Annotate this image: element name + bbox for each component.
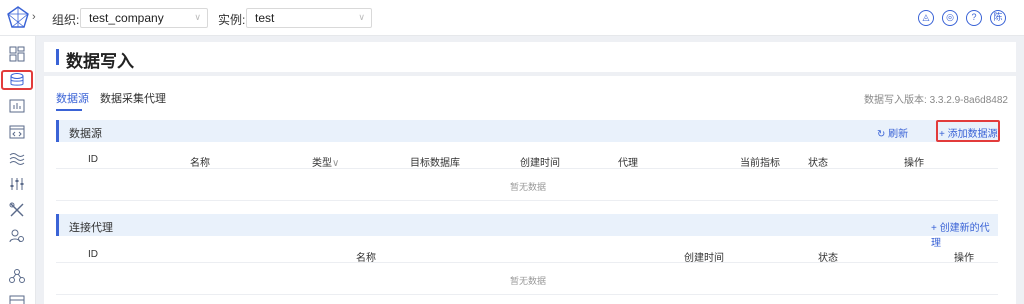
- create-proxy-button[interactable]: + 创建新的代理: [931, 219, 998, 249]
- tab-active-underline: [56, 109, 82, 111]
- org-select[interactable]: test_company ∨: [80, 8, 208, 28]
- tuning-icon[interactable]: [8, 176, 26, 192]
- page-title: 数据写入: [66, 52, 134, 71]
- datasource-panel-header: 数据源 ↻ 刷新 + 添加数据源: [56, 120, 998, 142]
- dashboard-icon[interactable]: [8, 46, 26, 62]
- proxy-panel-title: 连接代理: [69, 222, 113, 234]
- layout-icon[interactable]: [8, 294, 26, 304]
- col-created-at: 创建时间: [520, 158, 560, 169]
- datasource-empty-text: 暂无数据: [510, 182, 547, 192]
- data-ingest-icon[interactable]: [8, 72, 26, 88]
- graph-icon[interactable]: [8, 268, 26, 284]
- col-status: 状态: [808, 158, 828, 169]
- notification-icon[interactable]: ◬: [918, 10, 934, 26]
- settings-icon[interactable]: ◎: [942, 10, 958, 26]
- user-avatar[interactable]: 陈: [990, 10, 1006, 26]
- proxy-panel-header: 连接代理 + 创建新的代理: [56, 214, 998, 249]
- proxy-empty-text: 暂无数据: [510, 276, 547, 286]
- refresh-label: 刷新: [888, 129, 909, 140]
- stream-icon[interactable]: [8, 150, 26, 166]
- user-manage-icon[interactable]: [8, 228, 26, 244]
- row-divider: [56, 262, 998, 263]
- instance-select[interactable]: test ∨: [246, 8, 372, 28]
- tools-icon[interactable]: [8, 202, 26, 218]
- col-id: ID: [88, 249, 98, 260]
- tab-collector-agent[interactable]: 数据采集代理: [100, 90, 166, 106]
- col-target-db: 目标数据库: [410, 158, 460, 169]
- version-text: 数据写入版本: 3.3.2.9-8a6d8482: [864, 95, 1008, 106]
- chevron-down-icon: ∨: [358, 12, 365, 22]
- datasource-panel-title: 数据源: [69, 128, 102, 140]
- chevron-right-icon[interactable]: ›: [32, 11, 36, 23]
- help-icon[interactable]: ?: [966, 10, 982, 26]
- col-agent: 代理: [618, 158, 638, 169]
- main-content: 数据源 数据采集代理 数据写入版本: 3.3.2.9-8a6d8482 数据源 …: [44, 76, 1016, 304]
- org-label: 组织:: [52, 13, 80, 27]
- col-current-metric: 当前指标: [740, 158, 780, 169]
- top-bar: › 组织: test_company ∨ 实例: test ∨ ◬ ◎ ? 陈: [0, 0, 1024, 36]
- chevron-down-icon: ∨: [194, 12, 201, 22]
- logo-icon[interactable]: [5, 5, 31, 31]
- chart-icon[interactable]: [8, 98, 26, 114]
- refresh-button[interactable]: ↻ 刷新: [877, 125, 908, 140]
- title-accent-bar: [56, 49, 59, 65]
- refresh-icon: ↻: [877, 129, 889, 140]
- row-divider: [56, 200, 998, 201]
- page-header: 数据写入: [44, 42, 1016, 72]
- col-id: ID: [88, 154, 98, 165]
- add-datasource-highlight: [936, 120, 1000, 142]
- instance-label: 实例:: [218, 13, 246, 27]
- org-select-value: test_company: [89, 11, 164, 25]
- row-divider: [56, 294, 998, 295]
- instance-select-value: test: [255, 11, 275, 25]
- col-name: 名称: [190, 158, 210, 169]
- code-icon[interactable]: [8, 124, 26, 140]
- row-divider: [56, 168, 998, 169]
- col-actions: 操作: [904, 158, 924, 169]
- col-type[interactable]: 类型∨: [312, 154, 339, 169]
- tab-datasource[interactable]: 数据源: [56, 90, 89, 106]
- sidebar: [0, 36, 36, 304]
